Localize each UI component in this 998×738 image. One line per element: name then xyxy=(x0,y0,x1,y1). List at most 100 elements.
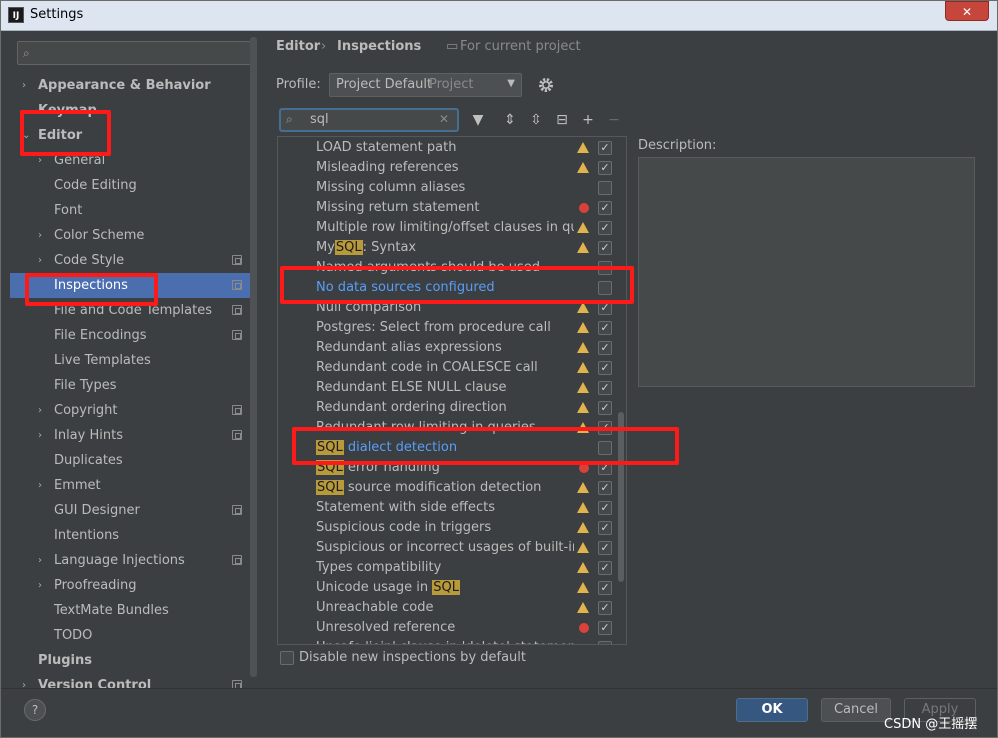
inspection-checkbox[interactable]: ✓ xyxy=(598,621,612,635)
sidebar-item-todo[interactable]: TODO xyxy=(10,623,250,648)
sidebar-item-font[interactable]: Font xyxy=(10,198,250,223)
inspection-checkbox[interactable]: ✓ xyxy=(598,481,612,495)
sidebar-item-gui-designer[interactable]: GUI Designer xyxy=(10,498,250,523)
inspection-checkbox[interactable]: ✓ xyxy=(598,401,612,415)
sidebar-item-emmet[interactable]: › Emmet xyxy=(10,473,250,498)
inspection-checkbox[interactable]: ✓ xyxy=(598,561,612,575)
inspection-checkbox[interactable]: ✓ xyxy=(598,141,612,155)
help-button[interactable]: ? xyxy=(24,699,46,721)
inspection-row[interactable]: Multiple row limiting/offset clauses in … xyxy=(278,218,626,238)
sidebar-item-intentions[interactable]: Intentions xyxy=(10,523,250,548)
inspections-list: LOAD statement path ✓ Misleading reference… xyxy=(277,136,627,645)
checkbox-box[interactable] xyxy=(280,651,294,665)
inspection-checkbox[interactable]: ✓ xyxy=(598,221,612,235)
chevron-right-icon[interactable]: › xyxy=(38,573,42,598)
inspection-checkbox[interactable]: ✓ xyxy=(598,361,612,375)
inspection-row[interactable]: Postgres: Select from procedure call ✓ xyxy=(278,318,626,338)
sidebar-item-version-control[interactable]: › Version Control xyxy=(10,673,250,688)
sidebar-item-code-style[interactable]: › Code Style xyxy=(10,248,250,273)
inspection-row[interactable]: Missing return statement ✓ xyxy=(278,198,626,218)
breadcrumb-editor[interactable]: Editor xyxy=(276,39,320,54)
cancel-button[interactable]: Cancel xyxy=(821,698,891,722)
project-level-icon xyxy=(232,255,242,265)
expand-all-icon[interactable]: ⇕ xyxy=(501,111,519,129)
profile-select[interactable]: Project Default Project ▼ xyxy=(329,73,522,97)
inspection-row[interactable]: Types compatibility ✓ xyxy=(278,558,626,578)
inspection-checkbox[interactable]: ✓ xyxy=(598,541,612,555)
inspection-checkbox[interactable]: ✓ xyxy=(598,581,612,595)
sidebar-item-color-scheme[interactable]: › Color Scheme xyxy=(10,223,250,248)
sidebar-item-language-injections[interactable]: › Language Injections xyxy=(10,548,250,573)
filter-icon[interactable]: ▼ xyxy=(469,111,487,129)
inspection-row[interactable]: Misleading references ✓ xyxy=(278,158,626,178)
sidebar-item-label: Color Scheme xyxy=(54,228,145,243)
inspection-checkbox[interactable]: ✓ xyxy=(598,341,612,355)
chevron-right-icon[interactable]: › xyxy=(22,73,26,98)
warning-icon xyxy=(577,342,589,353)
chevron-right-icon[interactable]: › xyxy=(38,548,42,573)
inspection-row[interactable]: Suspicious code in triggers ✓ xyxy=(278,518,626,538)
chevron-right-icon[interactable]: › xyxy=(38,223,42,248)
collapse-all-icon[interactable]: ⇳ xyxy=(527,111,545,129)
inspection-row[interactable]: Redundant alias expressions ✓ xyxy=(278,338,626,358)
inspection-row[interactable]: Unresolved reference ✓ xyxy=(278,618,626,638)
profile-value: Project Default xyxy=(336,77,433,92)
inspection-checkbox[interactable]: ✓ xyxy=(598,381,612,395)
inspection-checkbox[interactable]: ✓ xyxy=(598,161,612,175)
add-icon[interactable]: + xyxy=(579,111,597,129)
clear-icon[interactable]: ✕ xyxy=(439,112,449,126)
inspection-name-part: Postgres: Select from procedure call xyxy=(316,320,551,335)
inspection-row[interactable]: Unsafe 'join' clause in 'delete' stateme… xyxy=(278,638,626,644)
sidebar-item-live-templates[interactable]: Live Templates xyxy=(10,348,250,373)
inspection-checkbox[interactable]: ✓ xyxy=(598,321,612,335)
inspection-checkbox[interactable]: ✓ xyxy=(598,601,612,615)
warning-icon xyxy=(577,322,589,333)
inspection-filter-input[interactable]: ⌕ sql ✕ xyxy=(279,108,459,132)
reset-icon[interactable]: ⊟ xyxy=(553,111,571,129)
inspection-row[interactable]: Unicode usage in SQL ✓ xyxy=(278,578,626,598)
sidebar-item-file-encodings[interactable]: File Encodings xyxy=(10,323,250,348)
close-button[interactable]: ✕ xyxy=(945,1,989,21)
inspection-row[interactable]: Redundant ELSE NULL clause ✓ xyxy=(278,378,626,398)
chevron-right-icon[interactable]: › xyxy=(38,248,42,273)
sidebar-item-appearance-behavior[interactable]: › Appearance & Behavior xyxy=(10,73,250,98)
sidebar-scrollbar[interactable] xyxy=(250,37,257,677)
sidebar-item-duplicates[interactable]: Duplicates xyxy=(10,448,250,473)
inspection-checkbox[interactable]: ✓ xyxy=(598,501,612,515)
inspection-row[interactable]: MySQL: Syntax ✓ xyxy=(278,238,626,258)
gear-icon[interactable] xyxy=(537,76,555,94)
ok-button[interactable]: OK xyxy=(736,698,808,722)
inspection-row[interactable]: Suspicious or incorrect usages of built-… xyxy=(278,538,626,558)
inspection-checkbox[interactable]: ✓ xyxy=(598,241,612,255)
inspection-row[interactable]: Redundant ordering direction ✓ xyxy=(278,398,626,418)
sidebar-item-plugins[interactable]: Plugins xyxy=(10,648,250,673)
annotation-box-inspections xyxy=(25,273,158,306)
sidebar-item-inlay-hints[interactable]: › Inlay Hints xyxy=(10,423,250,448)
sidebar-item-textmate-bundles[interactable]: TextMate Bundles xyxy=(10,598,250,623)
sidebar-item-label: Duplicates xyxy=(54,453,123,468)
sidebar-item-copyright[interactable]: › Copyright xyxy=(10,398,250,423)
inspection-row[interactable]: Missing column aliases xyxy=(278,178,626,198)
inspection-row[interactable]: Redundant code in COALESCE call ✓ xyxy=(278,358,626,378)
chevron-right-icon[interactable]: › xyxy=(38,423,42,448)
annotation-box-sql-dialect xyxy=(292,427,679,465)
inspection-checkbox[interactable]: ✓ xyxy=(598,201,612,215)
settings-search-input[interactable]: ⌕ xyxy=(17,41,251,65)
sidebar-item-proofreading[interactable]: › Proofreading xyxy=(10,573,250,598)
inspection-row[interactable]: SQL source modification detection ✓ xyxy=(278,478,626,498)
inspection-checkbox[interactable]: ✓ xyxy=(598,641,612,644)
inspection-row[interactable]: Unreachable code ✓ xyxy=(278,598,626,618)
remove-icon[interactable]: − xyxy=(605,111,623,129)
warning-icon xyxy=(577,602,589,613)
chevron-right-icon[interactable]: › xyxy=(38,473,42,498)
chevron-right-icon[interactable]: › xyxy=(38,398,42,423)
inspection-checkbox[interactable]: ✓ xyxy=(598,521,612,535)
chevron-right-icon[interactable]: › xyxy=(22,673,26,688)
filter-value: sql xyxy=(310,112,329,127)
inspection-checkbox[interactable] xyxy=(598,181,612,195)
sidebar-item-file-types[interactable]: File Types xyxy=(10,373,250,398)
inspection-row[interactable]: LOAD statement path ✓ xyxy=(278,138,626,158)
inspection-row[interactable]: Statement with side effects ✓ xyxy=(278,498,626,518)
sidebar-item-code-editing[interactable]: Code Editing xyxy=(10,173,250,198)
inspection-name: Multiple row limiting/offset clauses in … xyxy=(316,218,574,238)
